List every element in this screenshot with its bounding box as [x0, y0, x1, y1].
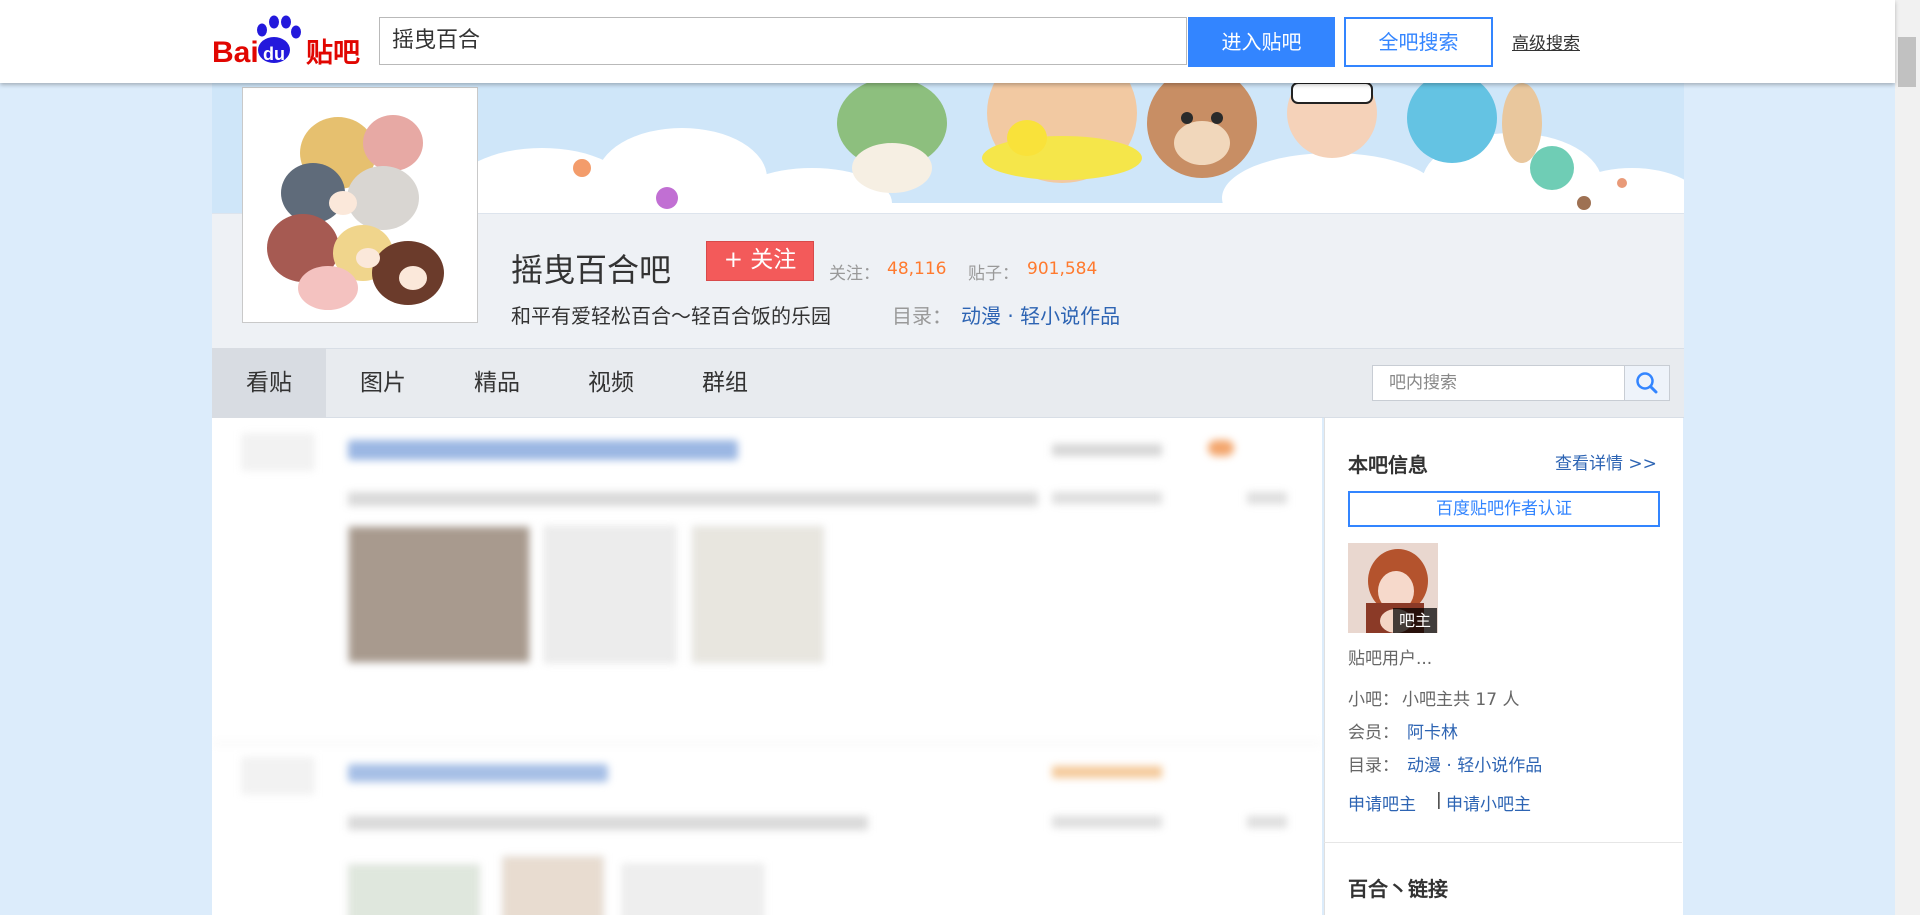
member-link[interactable]: 阿卡林	[1407, 718, 1458, 743]
apply-small-owner-link[interactable]: 申请小吧主	[1446, 790, 1531, 815]
thread-thumbnail[interactable]	[348, 864, 480, 915]
forum-info-title: 本吧信息	[1348, 453, 1428, 477]
follow-button[interactable]: + 关注	[706, 241, 814, 281]
thread-thumbnail[interactable]	[692, 526, 824, 663]
search-input[interactable]: 摇曳百合	[379, 17, 1187, 65]
category-link[interactable]: 动漫 · 轻小说作品	[961, 300, 1120, 329]
search-icon	[1636, 372, 1658, 394]
followers-label: 关注：	[829, 264, 880, 284]
small-owner-label: 小吧：	[1348, 690, 1399, 710]
thread-thumbnail[interactable]	[544, 526, 676, 663]
small-owner-count: 小吧主共 17 人	[1402, 690, 1520, 710]
tab-groups[interactable]: 群组	[668, 348, 782, 418]
forum-slogan: 和平有爱轻松百合～轻百合饭的乐园	[511, 304, 831, 328]
thread-list	[212, 418, 1322, 915]
sidebar-divider	[1324, 842, 1682, 843]
forum-avatar-image	[242, 87, 478, 323]
tab-posts[interactable]: 看贴	[212, 348, 326, 418]
links-title: 百合丶链接	[1348, 877, 1448, 901]
tab-videos[interactable]: 视频	[554, 348, 668, 418]
thread-reply-placeholder	[1052, 816, 1162, 828]
tab-images[interactable]: 图片	[326, 348, 440, 418]
thread-excerpt-placeholder	[348, 816, 868, 830]
followers-count: 48,116	[887, 259, 947, 279]
logo-text-bai: Bai	[212, 36, 259, 69]
owner-name[interactable]: 贴吧用户...	[1348, 644, 1432, 669]
logo-text-tieba: 贴吧	[306, 38, 360, 69]
owner-badge: 吧主	[1393, 608, 1437, 633]
posts-label: 贴子：	[968, 264, 1019, 284]
category-label: 目录：	[892, 304, 952, 328]
advanced-search-link[interactable]: 高级搜索	[1512, 29, 1580, 54]
reply-count-box	[242, 758, 314, 794]
inner-search-button[interactable]	[1624, 365, 1670, 401]
thread-time-placeholder	[1247, 816, 1287, 828]
thread-badge-placeholder	[1208, 440, 1234, 456]
thread-title-placeholder	[348, 440, 738, 460]
view-details-link[interactable]: 查看详情 >>	[1555, 449, 1657, 474]
thread-author-placeholder	[1052, 444, 1162, 456]
enter-forum-button[interactable]: 进入贴吧	[1188, 17, 1335, 67]
thread-excerpt-placeholder	[348, 492, 1038, 506]
inner-search-input[interactable]: 吧内搜索	[1372, 365, 1625, 401]
thread-author-placeholder	[1052, 766, 1162, 778]
posts-count: 901,584	[1027, 259, 1098, 279]
scrollbar-thumb[interactable]	[1898, 37, 1916, 87]
forum-title: 摇曳百合吧	[511, 251, 672, 289]
author-certification-button[interactable]: 百度贴吧作者认证	[1348, 491, 1660, 527]
thread-thumbnail[interactable]	[622, 864, 764, 915]
logo-text-du: du	[263, 44, 285, 64]
apply-owner-link[interactable]: 申请吧主	[1348, 790, 1416, 815]
thread-thumbnail[interactable]	[502, 856, 604, 915]
baidu-tieba-logo[interactable]: Bai du 贴吧	[212, 14, 362, 70]
thread-title-placeholder	[348, 764, 608, 782]
top-header: Bai du 贴吧 摇曳百合 进入贴吧 全吧搜索 高级搜索	[0, 0, 1895, 83]
global-search-button[interactable]: 全吧搜索	[1344, 17, 1493, 67]
apply-separator: |	[1436, 790, 1442, 810]
tab-featured[interactable]: 精品	[440, 348, 554, 418]
thread-reply-placeholder	[1052, 492, 1162, 504]
thread-time-placeholder	[1247, 492, 1287, 504]
reply-count-box	[242, 434, 314, 470]
thread-divider	[212, 743, 1322, 744]
thread-thumbnail[interactable]	[348, 526, 530, 663]
sidebar-category-label: 目录：	[1348, 756, 1399, 776]
page-scrollbar[interactable]	[1895, 0, 1920, 915]
member-label: 会员：	[1348, 723, 1399, 743]
sidebar-category-link[interactable]: 动漫 · 轻小说作品	[1407, 751, 1542, 776]
